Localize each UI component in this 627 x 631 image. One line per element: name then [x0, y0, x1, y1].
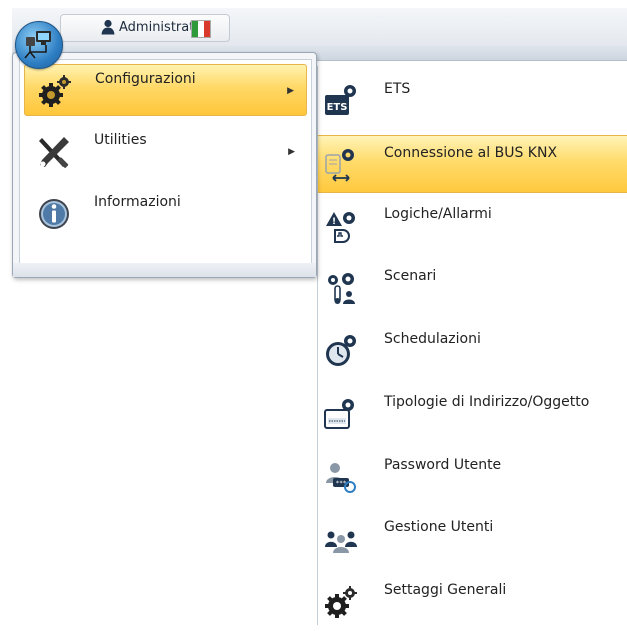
scenario-icon — [323, 270, 359, 306]
tools-icon — [36, 134, 72, 170]
submenu-arrow-icon: ▶ — [287, 86, 294, 96]
configurazioni-submenu: ETS ETS Connessione al BUS KNX ! Logiche… — [317, 66, 627, 625]
main-menu-list: Configurazioni ▶ Utilities ▶ Informazion… — [19, 59, 312, 273]
network-computer-icon — [24, 31, 51, 59]
submenu-item-label: Schedulazioni — [384, 331, 481, 347]
submenu-item-label: Tipologie di Indirizzo/Oggetto — [384, 394, 590, 410]
submenu-item-label: Scenari — [384, 268, 437, 284]
submenu-item-label: ETS — [384, 81, 411, 97]
menu-item-informazioni[interactable]: Informazioni — [24, 188, 307, 240]
menu-item-configurazioni[interactable]: Configurazioni ▶ — [24, 64, 307, 116]
submenu-item-label: Settaggi Generali — [384, 582, 507, 598]
application-menu-button[interactable] — [15, 21, 63, 69]
submenu-item-schedulazioni[interactable]: Schedulazioni — [318, 322, 627, 380]
menu-item-utilities[interactable]: Utilities ▶ — [24, 126, 307, 178]
bus-connection-icon — [323, 147, 359, 183]
gears-icon — [37, 73, 73, 109]
svg-text:!: ! — [332, 217, 336, 227]
user-management-icon — [323, 521, 359, 557]
submenu-item-label: Gestione Utenti — [384, 519, 494, 535]
submenu-item-label: Password Utente — [384, 457, 502, 473]
general-settings-icon — [323, 584, 359, 620]
menu-item-label: Configurazioni — [95, 71, 196, 87]
submenu-item-connessione-bus-knx[interactable]: Connessione al BUS KNX — [318, 135, 627, 193]
main-menu-panel: Configurazioni ▶ Utilities ▶ Informazion… — [12, 52, 317, 278]
submenu-item-logiche-allarmi[interactable]: ! Logiche/Allarmi — [318, 197, 627, 255]
submenu-item-label: Connessione al BUS KNX — [384, 145, 558, 161]
user-indicator[interactable]: Administrator — [60, 14, 230, 42]
main-menu-footer — [13, 263, 316, 277]
submenu-item-password-utente[interactable]: *** Password Utente — [318, 448, 627, 506]
svg-text:ETS: ETS — [327, 102, 348, 113]
logic-alarm-icon: ! — [323, 208, 359, 244]
submenu-item-label: Logiche/Allarmi — [384, 206, 492, 222]
italian-flag-icon — [191, 20, 211, 38]
address-type-icon — [323, 396, 359, 432]
submenu-arrow-icon: ▶ — [288, 147, 295, 157]
info-icon — [36, 196, 72, 232]
submenu-item-settaggi-generali[interactable]: Settaggi Generali — [318, 573, 627, 631]
menu-item-label: Utilities — [94, 132, 147, 148]
schedule-clock-icon — [323, 333, 359, 369]
user-password-icon: *** — [323, 459, 359, 495]
menu-item-label: Informazioni — [94, 194, 181, 210]
ets-icon: ETS — [323, 83, 359, 119]
user-icon — [101, 19, 115, 39]
submenu-item-ets[interactable]: ETS ETS — [318, 72, 627, 130]
submenu-item-gestione-utenti[interactable]: Gestione Utenti — [318, 510, 627, 568]
submenu-item-tipologie-indirizzo-oggetto[interactable]: Tipologie di Indirizzo/Oggetto — [318, 385, 627, 443]
submenu-item-scenari[interactable]: Scenari — [318, 259, 627, 317]
